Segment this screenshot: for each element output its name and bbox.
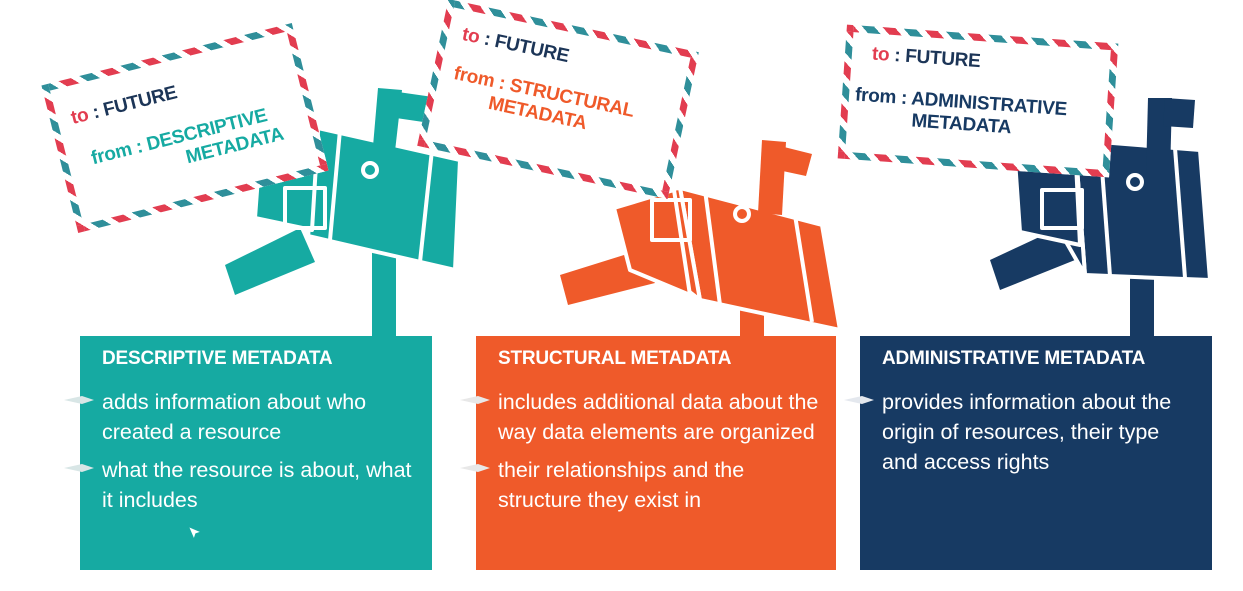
envelope-from-line: from : STRUCTURAL METADATA — [447, 63, 636, 144]
list-item-text: their relationships and the structure th… — [498, 458, 745, 512]
envelope-to-value: : FUTURE — [893, 45, 982, 73]
panel-list: adds information about who created a res… — [64, 387, 418, 515]
list-item: provides information about the origin of… — [844, 387, 1198, 477]
mailbox-icon — [560, 186, 842, 340]
bullet-arrow-icon — [460, 464, 490, 472]
envelope-to-label: to — [871, 43, 891, 66]
administrative-panel: ADMINISTRATIVE METADATA provides informa… — [844, 336, 1212, 570]
envelope-from-label: from — [854, 84, 897, 109]
list-item: includes additional data about the way d… — [460, 387, 822, 447]
cursor-icon — [187, 525, 203, 541]
descriptive-panel: DESCRIPTIVE METADATA adds information ab… — [64, 336, 432, 570]
panel-title: DESCRIPTIVE METADATA — [102, 348, 333, 369]
flag-icon — [758, 140, 812, 215]
envelope-to-line: to : FUTURE — [69, 82, 180, 130]
bullet-arrow-icon — [64, 396, 94, 404]
list-item-text: what the resource is about, what it incl… — [102, 458, 412, 512]
envelope-administrative: to : FUTURE from : ADMINISTRATIVE METADA… — [837, 24, 1119, 178]
list-item-text: adds information about who created a res… — [102, 390, 367, 444]
list-item: what the resource is about, what it incl… — [64, 455, 418, 515]
panel-list: provides information about the origin of… — [844, 387, 1198, 477]
envelope-to-value: : FUTURE — [482, 28, 571, 68]
structural-panel: STRUCTURAL METADATA includes additional … — [460, 336, 836, 570]
envelope-from-line: from : ADMINISTRATIVE METADATA — [853, 84, 1067, 143]
list-item: their relationships and the structure th… — [460, 455, 822, 515]
panel-list: includes additional data about the way d… — [460, 387, 822, 515]
list-item-text: provides information about the origin of… — [882, 390, 1172, 474]
panel-title: STRUCTURAL METADATA — [498, 348, 732, 369]
envelope-to-line: to : FUTURE — [871, 44, 981, 74]
bullet-arrow-icon — [844, 396, 874, 404]
panel-title: ADMINISTRATIVE METADATA — [882, 348, 1146, 369]
list-item-text: includes additional data about the way d… — [498, 390, 819, 444]
envelope-to-line: to : FUTURE — [460, 24, 571, 68]
list-item: adds information about who created a res… — [64, 387, 418, 447]
bullet-arrow-icon — [64, 464, 94, 472]
envelope-to-value: : FUTURE — [90, 82, 180, 124]
envelope-to-label: to — [68, 104, 91, 129]
bullet-arrow-icon — [460, 396, 490, 404]
envelope-to-label: to — [460, 23, 482, 49]
